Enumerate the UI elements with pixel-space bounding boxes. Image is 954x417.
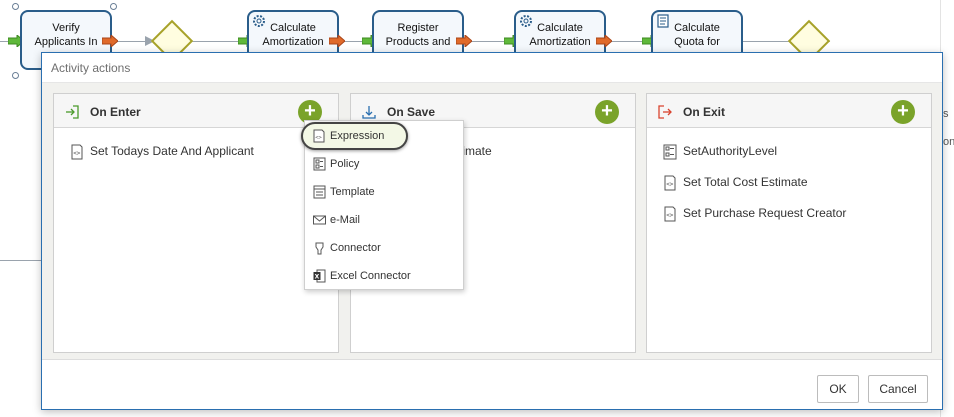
action-item-label: Set Purchase Request Creator xyxy=(683,206,847,220)
policy-icon xyxy=(313,157,326,171)
action-list: SetAuthorityLevel <> Set Total Cost Esti… xyxy=(647,128,931,229)
gear-icon xyxy=(253,15,265,27)
ok-button[interactable]: OK xyxy=(817,375,859,403)
menu-item-template[interactable]: Template xyxy=(305,178,463,206)
svg-text:<>: <> xyxy=(666,181,674,188)
panel-on-exit: On Exit + SetAuthorityLevel <> Set Total… xyxy=(646,93,932,353)
task-label: Register Products and xyxy=(385,22,451,48)
menu-item-connector[interactable]: Connector xyxy=(305,234,463,262)
dialog-body: On Enter + <> Set Todays Date And Applic… xyxy=(42,83,942,361)
panel-header: On Enter + xyxy=(54,94,338,128)
outgoing-arrow-icon xyxy=(456,35,472,47)
add-action-button[interactable]: + xyxy=(595,100,619,124)
menu-item-label: Template xyxy=(330,186,375,198)
panel-title: On Enter xyxy=(90,105,141,119)
svg-text:<>: <> xyxy=(73,150,81,157)
enter-arrow-icon xyxy=(66,105,79,119)
action-item[interactable]: <> Set Total Cost Estimate xyxy=(647,167,931,198)
menu-item-label: Connector xyxy=(330,242,381,254)
panel-header: On Exit + xyxy=(647,94,931,128)
menu-item-label: e-Mail xyxy=(330,214,360,226)
cancel-button[interactable]: Cancel xyxy=(868,375,928,403)
truncated-panel-text: s xyxy=(943,108,949,120)
panel-on-enter: On Enter + <> Set Todays Date And Applic… xyxy=(53,93,339,353)
outgoing-arrow-icon xyxy=(596,35,612,47)
selection-handle[interactable] xyxy=(12,72,19,79)
selection-handle[interactable] xyxy=(110,3,117,10)
action-item-label: SetAuthorityLevel xyxy=(683,144,778,158)
expression-icon: <> xyxy=(71,144,83,160)
dialog-footer: OK Cancel xyxy=(42,359,942,409)
policy-icon xyxy=(663,144,677,160)
truncated-panel-text: ons xyxy=(943,136,954,148)
action-item-label: Set Todays Date And Applicant xyxy=(90,144,254,158)
add-action-menu: <> Expression Policy Template e-Mail Con… xyxy=(301,120,464,290)
activity-actions-dialog: Activity actions On Enter + <> Set Today… xyxy=(41,52,943,410)
menu-item-expression[interactable]: <> Expression xyxy=(301,122,408,150)
svg-text:X: X xyxy=(315,274,320,281)
selection-handle[interactable] xyxy=(12,3,19,10)
add-action-button[interactable]: + xyxy=(891,100,915,124)
gear-icon xyxy=(520,15,532,27)
action-item[interactable]: <> Set Purchase Request Creator xyxy=(647,198,931,229)
expression-icon: <> xyxy=(664,206,676,222)
menu-item-policy[interactable]: Policy xyxy=(305,150,463,178)
panel-title: On Exit xyxy=(683,105,726,119)
template-icon xyxy=(313,185,326,199)
excel-icon: X xyxy=(313,269,326,283)
lane-divider-line xyxy=(0,260,42,261)
outgoing-arrow-icon xyxy=(329,35,345,47)
action-item-label: Set Total Cost Estimate xyxy=(683,175,808,189)
exit-arrow-icon xyxy=(658,105,672,119)
svg-text:<>: <> xyxy=(315,135,322,141)
menu-item-label: Policy xyxy=(330,158,360,170)
task-label: Verify Applicants In xyxy=(34,22,98,48)
connector-icon xyxy=(315,242,324,255)
menu-item-label: Excel Connector xyxy=(330,270,411,282)
save-down-arrow-icon xyxy=(362,106,376,119)
menu-item-excel-connector[interactable]: X Excel Connector xyxy=(305,262,463,290)
panel-title: On Save xyxy=(387,105,436,119)
dialog-title: Activity actions xyxy=(42,53,942,83)
email-icon xyxy=(313,215,326,225)
action-item[interactable]: SetAuthorityLevel xyxy=(647,136,931,167)
svg-text:<>: <> xyxy=(666,212,674,219)
expression-icon: <> xyxy=(313,129,325,143)
script-icon xyxy=(657,14,669,28)
outgoing-arrow-icon xyxy=(102,35,118,47)
menu-item-email[interactable]: e-Mail xyxy=(305,206,463,234)
expression-icon: <> xyxy=(664,175,676,191)
action-item[interactable]: <> Set Todays Date And Applicant xyxy=(54,136,338,167)
action-list: <> Set Todays Date And Applicant xyxy=(54,128,338,167)
menu-item-label: Expression xyxy=(330,130,385,142)
